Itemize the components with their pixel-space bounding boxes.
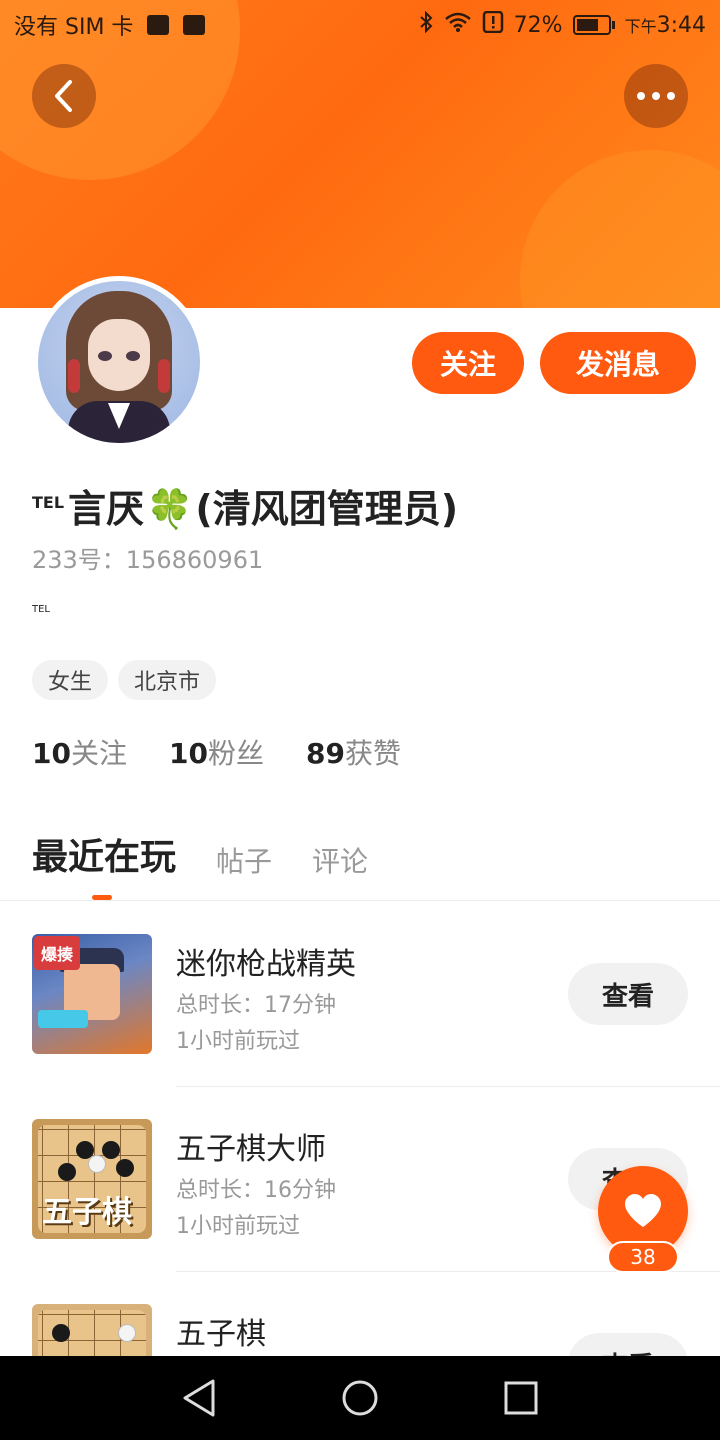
home-circle-icon[interactable] — [340, 1378, 380, 1418]
tab-recently-played[interactable]: 最近在玩 — [32, 828, 176, 888]
username: TEL 言厌 🍀 (清风团管理员) — [32, 478, 458, 533]
send-message-button[interactable]: 发消息 — [540, 332, 696, 394]
view-game-button[interactable]: 查看 — [568, 963, 688, 1025]
heart-icon — [625, 1194, 661, 1227]
game-icon-gomoku-master: 五子棋 — [32, 1119, 152, 1239]
wifi-icon — [444, 11, 472, 39]
battery-icon — [572, 15, 615, 35]
alert-icon — [482, 10, 504, 39]
stat-following[interactable]: 10 关注 — [32, 732, 127, 772]
game-icon-mini-gun-elite: 爆揍 — [32, 934, 152, 1054]
back-button[interactable] — [32, 64, 96, 128]
like-count: 38 — [607, 1241, 679, 1273]
tag-location: 北京市 — [118, 660, 217, 700]
bluetooth-icon — [418, 10, 434, 39]
time-prefix: 下午 — [624, 16, 657, 36]
gallery-icon — [183, 15, 206, 35]
stat-likes[interactable]: 89 获赞 — [306, 732, 401, 772]
banner-decoration — [520, 150, 720, 308]
battery-percent: 72% — [513, 12, 563, 38]
stat-label: 获赞 — [344, 737, 401, 770]
system-nav-bar — [0, 1356, 720, 1440]
tab-posts[interactable]: 帖子 — [216, 840, 272, 888]
huawei-store-icon — [147, 15, 170, 35]
profile-stats: 10 关注 10 粉丝 89 获赞 — [32, 732, 401, 772]
game-name: 五子棋 — [176, 1317, 266, 1352]
game-last-played: 1小时前玩过 — [176, 1214, 300, 1239]
game-name: 迷你枪战精英 — [176, 947, 356, 982]
avatar-image — [38, 281, 200, 443]
tel-badge: TEL — [32, 493, 65, 512]
stat-label: 关注 — [70, 737, 127, 770]
stat-value: 89 — [305, 737, 345, 770]
game-name: 五子棋大师 — [176, 1132, 326, 1167]
profile-tabs: 最近在玩 帖子 评论 — [32, 828, 368, 888]
tab-comments[interactable]: 评论 — [312, 840, 368, 888]
tag-gender: 女生 — [32, 660, 109, 700]
user-id: 233号：156860961 — [32, 546, 264, 574]
username-role: (清风团管理员) — [195, 487, 459, 531]
clock: 3:44 — [656, 12, 706, 38]
chevron-left-icon — [55, 80, 72, 112]
carrier-text: 没有 SIM 卡 — [14, 15, 134, 40]
game-duration: 总时长：16分钟 — [176, 1178, 336, 1203]
game-duration: 总时长：17分钟 — [176, 993, 336, 1018]
profile-tags: 女生 北京市 — [32, 660, 217, 700]
avatar[interactable] — [33, 276, 205, 448]
username-main: 言厌 — [68, 487, 145, 531]
recents-square-icon[interactable] — [503, 1380, 539, 1416]
back-triangle-icon[interactable] — [181, 1378, 217, 1418]
more-dots-icon — [637, 92, 675, 100]
stat-label: 粉丝 — [207, 737, 264, 770]
game-icon-badge: 爆揍 — [34, 936, 80, 970]
game-list-item[interactable]: 爆揍 迷你枪战精英 总时长：17分钟 1小时前玩过 查看 — [0, 901, 720, 1087]
game-last-played: 1小时前玩过 — [176, 1029, 300, 1054]
stat-followers[interactable]: 10 粉丝 — [169, 732, 264, 772]
follow-button[interactable]: 关注 — [412, 332, 524, 394]
more-options-button[interactable] — [624, 64, 688, 128]
user-bio: TEL — [32, 604, 50, 615]
clover-icon: 🍀 — [146, 487, 194, 531]
stat-value: 10 — [32, 737, 71, 770]
status-bar: 没有 SIM 卡 72% 下午3:44 — [0, 0, 720, 50]
stat-value: 10 — [168, 737, 208, 770]
game-icon-logo: 五子棋 — [42, 1195, 132, 1230]
